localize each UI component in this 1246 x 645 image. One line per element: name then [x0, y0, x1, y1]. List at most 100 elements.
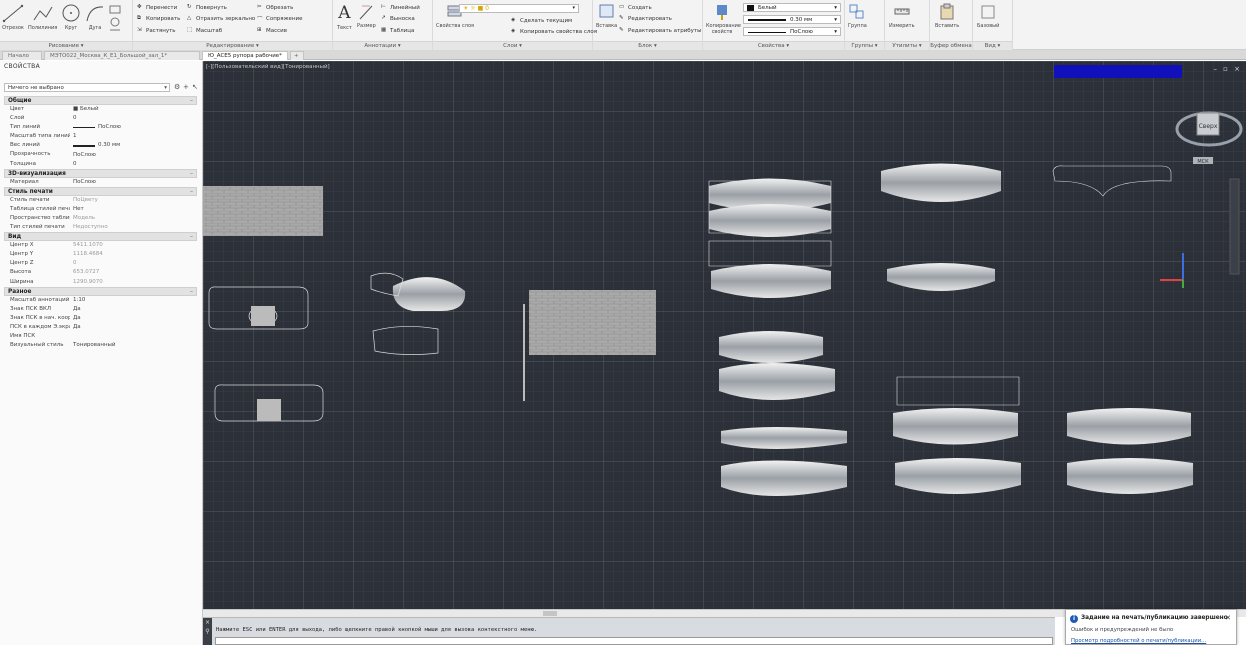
array-tool[interactable]: ⊞ Массив [257, 27, 287, 34]
property-value[interactable] [70, 332, 197, 341]
property-value[interactable]: 1 [70, 132, 197, 141]
property-row[interactable]: Визуальный стиль Тонированный [4, 341, 197, 350]
notification-link[interactable]: Просмотр подробностей о печати/публикаци… [1071, 638, 1206, 644]
property-row[interactable]: Масштаб аннотаций 1:10 [4, 296, 197, 305]
panel-draw-title[interactable]: Рисование ▾ [0, 41, 132, 50]
group-tool[interactable]: Группа [848, 3, 867, 29]
scale-tool[interactable]: ⬚ Масштаб [187, 27, 222, 34]
property-value[interactable]: ПоСлою [70, 178, 197, 187]
match-layer-tool[interactable]: ◈ Копировать свойства слоя [511, 28, 597, 35]
property-row[interactable]: Масштаб типа линий 1 [4, 132, 197, 141]
property-value[interactable]: Недоступно [70, 223, 197, 232]
property-value[interactable]: 1290.9070 [70, 278, 197, 287]
property-value[interactable]: Тонированный [70, 341, 197, 350]
add-select-icon[interactable]: + [183, 83, 189, 91]
property-value[interactable]: Модель [70, 214, 197, 223]
property-row[interactable]: Стиль печати ПоЦвету [4, 196, 197, 205]
move-tool[interactable]: ✥ Перенести [137, 4, 177, 11]
property-row[interactable]: Толщина 0 [4, 160, 197, 169]
tab-file-2[interactable]: Ю_АСЕ5 рупора рабочие* [202, 51, 288, 60]
copy-tool[interactable]: ⧉ Копировать [137, 15, 180, 22]
linear-dim-tool[interactable]: ⊢ Линейный [381, 4, 420, 11]
property-value[interactable]: 0 [70, 114, 197, 123]
insert-tool[interactable]: Вставка [596, 3, 617, 29]
property-value[interactable]: 5411.1070 [70, 241, 197, 250]
brick-wall-panel[interactable] [203, 186, 323, 236]
property-value[interactable]: Да [70, 305, 197, 314]
scroll-thumb[interactable] [543, 611, 557, 616]
property-row[interactable]: Пространство таблицы сти...Модель [4, 214, 197, 223]
horn-array-column-2[interactable] [881, 163, 1021, 495]
property-value[interactable]: 0.30 мм [70, 141, 197, 150]
stretch-tool[interactable]: ⇲ Растянуть [137, 27, 176, 34]
panel-clipboard-title[interactable]: Буфер обмена [930, 41, 972, 50]
property-row[interactable]: Центр Z 0 [4, 259, 197, 268]
property-section[interactable]: 3D-визуализация – [4, 168, 197, 178]
make-current-tool[interactable]: ◈ Сделать текущим [511, 17, 572, 24]
edit-block-tool[interactable]: ✎ Редактировать [619, 15, 672, 22]
property-row[interactable]: Тип линий ПоСлою [4, 123, 197, 132]
property-section[interactable]: Стиль печати – [4, 186, 197, 196]
fillet-tool[interactable]: ⌒ Сопряжение [257, 15, 303, 24]
horn-array-column-3[interactable] [1067, 408, 1193, 494]
collapse-icon[interactable]: – [190, 170, 193, 178]
text-tool[interactable]: A Текст [337, 3, 352, 31]
panel-groups-title[interactable]: Группы ▾ [845, 41, 884, 50]
layer-dropdown[interactable]: ☀ ☼ ■ 0 ▾ [459, 4, 579, 13]
panel-layers-title[interactable]: Слои ▾ [433, 41, 592, 50]
paste-tool[interactable]: Вставить [935, 3, 959, 29]
property-row[interactable]: Центр X 5411.1070 [4, 241, 197, 250]
edit-attributes-tool[interactable]: ✎ Редактировать атрибуты [619, 27, 701, 34]
linetype-dropdown[interactable]: ПоСлою ▾ [743, 27, 841, 36]
drawing-svg[interactable]: Сверх МСК [203, 61, 1246, 609]
property-row[interactable]: Центр Y 1118.4684 [4, 250, 197, 259]
property-row[interactable]: Цвет ■ Белый [4, 105, 197, 114]
property-row[interactable]: Знак ПСК ВКЛ Да [4, 305, 197, 314]
wireframe-horn[interactable] [372, 326, 439, 355]
panel-view-title[interactable]: Вид ▾ [973, 41, 1012, 50]
new-tab-button[interactable]: + [290, 51, 304, 60]
property-row[interactable]: Прозрачность ПоСлою [4, 150, 197, 159]
property-value[interactable]: Да [70, 314, 197, 323]
selection-dropdown[interactable]: Ничего не выбрано ▾ [4, 83, 170, 92]
property-row[interactable]: Тип стилей печати Недоступно [4, 223, 197, 232]
lineweight-dropdown[interactable]: 0.30 мм ▾ [743, 15, 841, 24]
hatch-icon[interactable] [108, 4, 130, 34]
leader-tool[interactable]: ↗ Выноска [381, 15, 415, 22]
dimension-tool[interactable]: Размер [357, 3, 376, 29]
property-section[interactable]: Разное – [4, 286, 197, 296]
base-view-tool[interactable]: Базовый [977, 3, 999, 29]
property-value[interactable]: 0 [70, 160, 197, 169]
horn-3d[interactable] [392, 277, 466, 311]
wcs-label[interactable]: МСК [1197, 159, 1209, 165]
line-tool[interactable]: Отрезок [2, 3, 24, 31]
property-value[interactable]: ПоСлою [70, 123, 197, 132]
circle-tool[interactable]: Круг [60, 3, 82, 31]
model-viewport[interactable]: [-][Пользовательский вид][Тонированный] … [203, 61, 1246, 609]
match-properties-tool[interactable]: Копирование свойств [706, 3, 741, 35]
property-value[interactable]: Да [70, 323, 197, 332]
navigation-bar[interactable] [1229, 178, 1240, 275]
rotate-tool[interactable]: ↻ Повернуть [187, 4, 227, 11]
panel-block-title[interactable]: Блок ▾ [593, 41, 702, 50]
collapse-icon[interactable]: – [190, 188, 193, 196]
property-row[interactable]: Таблица стилей печатиНет [4, 205, 197, 214]
select-objects-icon[interactable]: ↖ [192, 83, 198, 91]
property-row[interactable]: ПСК в каждом Э.экранеДа [4, 323, 197, 332]
measure-tool[interactable]: Измерить [889, 3, 915, 29]
color-dropdown[interactable]: Белый ▾ [743, 3, 841, 12]
property-value[interactable]: Нет [70, 205, 197, 214]
polyline-tool[interactable]: Полилиния [28, 3, 57, 31]
command-input[interactable] [215, 637, 1053, 645]
quick-select-icon[interactable]: ⚙ [174, 83, 180, 91]
collapse-icon[interactable]: – [190, 288, 193, 296]
property-value[interactable]: 1:10 [70, 296, 197, 305]
panel-annotation-title[interactable]: Аннотации ▾ [333, 41, 432, 50]
property-value[interactable]: 0 [70, 259, 197, 268]
property-value[interactable]: 1118.4684 [70, 250, 197, 259]
panel-modify-title[interactable]: Редактирование ▾ [133, 41, 332, 50]
property-row[interactable]: Материал ПоСлою [4, 178, 197, 187]
close-icon[interactable]: ✕ [1225, 614, 1231, 622]
tab-file-1[interactable]: МЭТО022_Москва_К_Е1_Большой_зал_1* [44, 51, 200, 60]
property-row[interactable]: Имя ПСК [4, 332, 197, 341]
